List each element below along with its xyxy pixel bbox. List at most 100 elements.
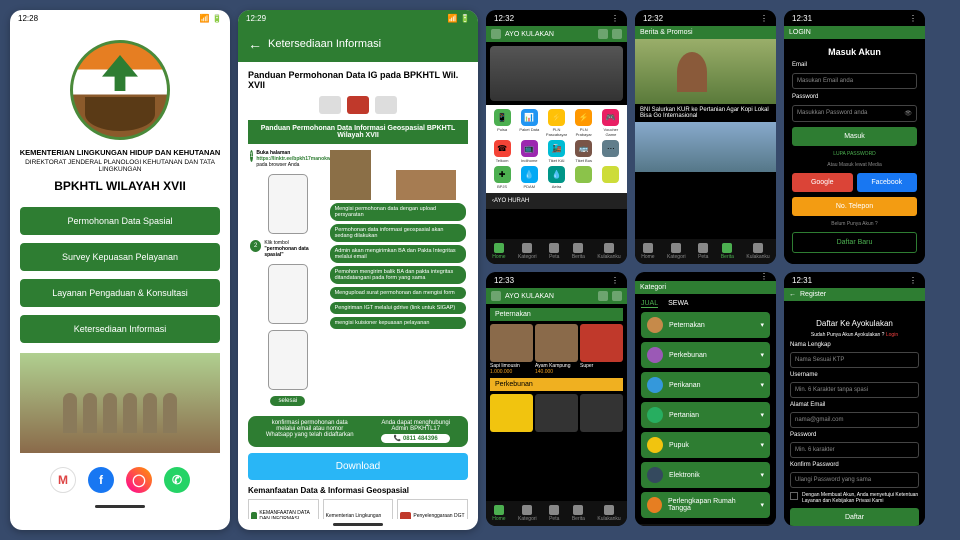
- nav-peta[interactable]: Peta: [549, 243, 559, 260]
- product-card[interactable]: Sapi limousin1.000.000: [490, 324, 533, 375]
- nav-home[interactable]: Home: [492, 505, 505, 522]
- back-icon[interactable]: ←: [789, 291, 796, 298]
- nav-berita[interactable]: Berita: [721, 243, 734, 260]
- header: LOGIN: [784, 26, 925, 39]
- btn-ketersediaan[interactable]: Ketersediaan Informasi: [20, 315, 220, 343]
- card[interactable]: Kementerian Lingkungan Hidup dan Kehutan…: [323, 499, 394, 519]
- login-form: Masuk Akun Email Masukan Email anda Pass…: [784, 39, 925, 264]
- status-bar: 12:28📶 🔋: [10, 10, 230, 26]
- instagram-icon[interactable]: ◯: [126, 467, 152, 493]
- cat-item[interactable]: Perikanan▾: [641, 372, 770, 398]
- nav-kategori[interactable]: Kategori: [518, 505, 537, 522]
- nav-kulakanku[interactable]: Kulakanku: [597, 505, 620, 522]
- step-text: Pemohon mengirim balik BA dan pakta inte…: [330, 266, 466, 284]
- cat-item[interactable]: Peternakan▾: [641, 312, 770, 338]
- register-form: Daftar Ke Ayokulakan Sudah Punya Akun Ay…: [784, 301, 925, 526]
- org-line1: KEMENTERIAN LINGKUNGAN HIDUP DAN KEHUTAN…: [10, 148, 230, 157]
- step-text: Permohonan data informasi geospasial aka…: [330, 224, 466, 242]
- mockup-phone: [268, 330, 308, 390]
- download-button[interactable]: Download: [248, 453, 468, 480]
- btn-survey[interactable]: Survey Kepuasan Pelayanan: [20, 243, 220, 271]
- eye-icon[interactable]: 👁: [904, 110, 912, 117]
- nav-kategori[interactable]: Kategori: [667, 243, 686, 260]
- btn-layanan[interactable]: Layanan Pengaduan & Konsultasi: [20, 279, 220, 307]
- product-card[interactable]: [490, 394, 533, 432]
- mockup-phone: [268, 174, 308, 234]
- cart-icon[interactable]: [598, 29, 608, 39]
- terms-check[interactable]: Dengan Membuat Akun, Anda menyetujui Ket…: [790, 492, 919, 504]
- news-image-2[interactable]: [635, 122, 776, 172]
- tab-jual[interactable]: JUAL: [641, 300, 658, 308]
- bottom-nav: Home Kategori Peta Berita Kulakanku: [486, 501, 627, 526]
- bell-icon[interactable]: [612, 29, 622, 39]
- register-button[interactable]: Daftar Baru: [792, 232, 917, 253]
- nav-peta[interactable]: Peta: [698, 243, 708, 260]
- hero-banner[interactable]: [490, 46, 623, 101]
- confirm-input[interactable]: Ulangi Password yang sama: [790, 472, 919, 488]
- guide-title: Panduan Permohonan Data Informasi Geospa…: [248, 120, 468, 144]
- whatsapp-icon[interactable]: ✆: [164, 467, 190, 493]
- news-image[interactable]: [635, 39, 776, 104]
- cat-item[interactable]: Elektronik▾: [641, 462, 770, 488]
- chat-icon[interactable]: [491, 291, 501, 301]
- card[interactable]: KEMANFAATAN DATA DAN INFORMASI GEOSPASIA…: [248, 499, 319, 519]
- nama-input[interactable]: Nama Sesuai KTP: [790, 352, 919, 368]
- nav-home[interactable]: Home: [492, 243, 505, 260]
- cat-item[interactable]: Perlengkapan Rumah Tangga▾: [641, 492, 770, 518]
- nav-kulakanku[interactable]: Kulakanku: [597, 243, 620, 260]
- email-input[interactable]: nama@gmail.com: [790, 412, 919, 428]
- login-link[interactable]: Login: [886, 332, 898, 338]
- product-section: Peternakan Sapi limousin1.000.000 Ayam K…: [486, 304, 627, 439]
- bell-icon[interactable]: [612, 291, 622, 301]
- status-bar: 12:29📶 🔋: [238, 10, 478, 26]
- email-input[interactable]: Masukan Email anda: [792, 73, 917, 89]
- via-label: Atau Masuk lewat Media: [792, 162, 917, 168]
- header: ←Register: [784, 288, 925, 301]
- back-icon[interactable]: ←: [248, 36, 262, 52]
- password-input[interactable]: Min. 6 karakter: [790, 442, 919, 458]
- password-label: Password: [790, 432, 919, 438]
- nav-berita[interactable]: Berita: [572, 505, 585, 522]
- phone-ayokulakan-home: 12:32⋮ AYO KULAKAN 📱Pulsa 📊Paket Data ⚡P…: [486, 10, 627, 264]
- cat-item[interactable]: Pupuk▾: [641, 432, 770, 458]
- password-input[interactable]: Masukkan Password anda👁: [792, 105, 917, 122]
- forgot-link[interactable]: LUPA PASSWORD: [792, 151, 917, 157]
- google-button[interactable]: Google: [792, 173, 853, 192]
- login-button[interactable]: Masuk: [792, 127, 917, 146]
- phone-berita: 12:32⋮ Berita & Promosi BNI Salurkan KUR…: [635, 10, 776, 264]
- cat-item[interactable]: Perkebunan▾: [641, 342, 770, 368]
- product-card[interactable]: [580, 394, 623, 432]
- admin-left: konfirmasi permohonan data melalui email…: [266, 420, 354, 443]
- nav-home[interactable]: Home: [641, 243, 654, 260]
- gesture-bar: [333, 523, 383, 526]
- telepon-button[interactable]: No. Telepon: [792, 197, 917, 216]
- product-card[interactable]: [535, 394, 578, 432]
- top-bar: AYO KULAKAN: [486, 26, 627, 42]
- nav-berita[interactable]: Berita: [572, 243, 585, 260]
- card[interactable]: Penyelenggaraan DGT KLHK: [397, 499, 468, 519]
- tab-sewa[interactable]: SEWA: [668, 300, 688, 308]
- facebook-icon[interactable]: f: [88, 467, 114, 493]
- nav-kulakanku[interactable]: Kulakanku: [746, 243, 769, 260]
- illustration: [330, 150, 466, 200]
- username-label: Username: [790, 372, 919, 378]
- gmail-icon[interactable]: M: [50, 467, 76, 493]
- product-card[interactable]: Super: [580, 324, 623, 375]
- status-bar: 12:31⋮: [784, 10, 925, 26]
- tabs: JUAL SEWA: [641, 300, 770, 308]
- username-input[interactable]: Min. 6 Karakter tanpa spasi: [790, 382, 919, 398]
- top-bar: AYO KULAKAN: [486, 288, 627, 304]
- daftar-button[interactable]: Daftar: [790, 508, 919, 526]
- btn-permohonan[interactable]: Permohonan Data Spasial: [20, 207, 220, 235]
- cat-item[interactable]: Pertanian▾: [641, 402, 770, 428]
- facebook-button[interactable]: Facebook: [857, 173, 918, 192]
- right-column: 12:32⋮ AYO KULAKAN 📱Pulsa 📊Paket Data ⚡P…: [486, 10, 925, 530]
- carousel[interactable]: ‹ AYO HURAH: [486, 193, 627, 209]
- product-card[interactable]: Ayam Kampung140.000: [535, 324, 578, 375]
- cart-icon[interactable]: [598, 291, 608, 301]
- nav-kategori[interactable]: Kategori: [518, 243, 537, 260]
- nav-peta[interactable]: Peta: [549, 505, 559, 522]
- status-bar: ⋮: [635, 272, 776, 281]
- chat-icon[interactable]: [491, 29, 501, 39]
- content: Panduan Permohonan Data IG pada BPKHTL W…: [238, 62, 478, 519]
